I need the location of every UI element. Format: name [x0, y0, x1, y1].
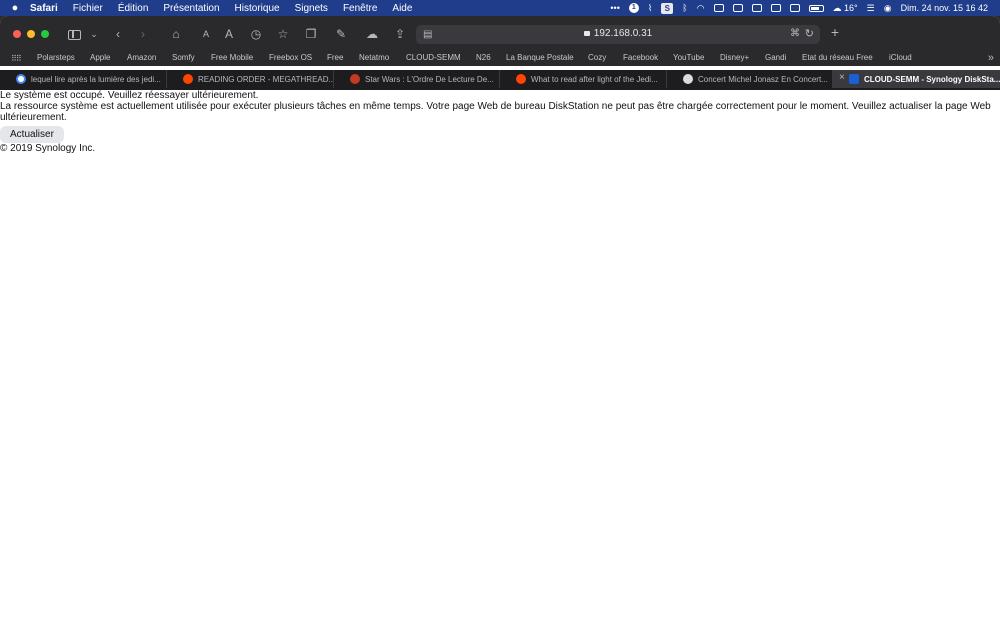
keyboard-icon[interactable] — [732, 4, 743, 12]
zoom-window-button[interactable] — [41, 30, 49, 38]
tab-star-wars-ordre[interactable]: Star Wars : L'Ordre De Lecture De... — [334, 70, 500, 88]
bluetooth-icon[interactable]: ᛒ — [682, 3, 687, 13]
bookmark-amazon[interactable]: Amazon — [127, 53, 156, 62]
refresh-button[interactable]: Actualiser — [0, 126, 64, 143]
bookmark-somfy[interactable]: Somfy — [172, 53, 195, 62]
bookmark-icloud[interactable]: iCloud — [889, 53, 912, 62]
tab-concert-jonasz[interactable]: Concert Michel Jonasz En Concert... — [667, 70, 833, 88]
page-content: Le système est occupé. Veuillez réessaye… — [0, 90, 1000, 154]
reddit-favicon-icon — [183, 74, 193, 84]
font-smaller-icon[interactable]: A — [198, 27, 214, 41]
toolbar: ⌄ ‹ › ⌂ A A ◷ ☆ ❐ ✎ ☁ ⇪ ▤ 192.168.0.31 ⌘… — [0, 16, 1000, 52]
bookmark-cloud-semm[interactable]: CLOUD-SEMM — [406, 53, 461, 62]
temperature: 16° — [844, 3, 858, 13]
bookmark-star-icon[interactable]: ☆ — [275, 27, 291, 41]
status-1-icon[interactable]: 1 — [628, 3, 639, 13]
notification-icon[interactable] — [751, 4, 762, 12]
minimize-window-button[interactable] — [27, 30, 35, 38]
more-dots-icon[interactable]: ••• — [610, 3, 619, 13]
control-center-icon[interactable]: ☰ — [867, 3, 875, 14]
bookmark-netatmo[interactable]: Netatmo — [359, 53, 389, 62]
home-icon[interactable]: ⌂ — [168, 27, 184, 41]
menu-edition[interactable]: Édition — [118, 3, 149, 14]
bookmark-etat-reseau-free[interactable]: Etat du réseau Free — [802, 53, 873, 62]
reload-icon[interactable]: ↻ — [805, 27, 814, 40]
bookmark-disney-plus[interactable]: Disney+ — [720, 53, 749, 62]
menu-fichier[interactable]: Fichier — [73, 3, 103, 14]
menu-aide[interactable]: Aide — [392, 3, 412, 14]
tab-synology-active[interactable]: × CLOUD-SEMM - Synology DiskSta... — [833, 70, 1000, 88]
bookmark-cozy[interactable]: Cozy — [588, 53, 606, 62]
cloud-icon[interactable]: ☁ — [364, 27, 380, 41]
tab-title: CLOUD-SEMM - Synology DiskSta... — [864, 74, 1000, 84]
new-tab-plus-icon[interactable]: + — [827, 25, 843, 39]
tab-reddit-reading-order[interactable]: READING ORDER - MEGATHREAD... — [167, 70, 334, 88]
menu-historique[interactable]: Historique — [235, 3, 280, 14]
tab-google-search[interactable]: lequel lire après la lumière des jedi... — [0, 70, 167, 88]
display-icon[interactable] — [789, 4, 800, 12]
tab-title: READING ORDER - MEGATHREAD... — [198, 74, 334, 84]
bookmark-free[interactable]: Free — [327, 53, 343, 62]
menu-bar: ● Safari Fichier Édition Présentation Hi… — [0, 0, 1000, 16]
bookmarks-bar: ⠿⠿ Polarsteps Apple Amazon Somfy Free Mo… — [0, 52, 1000, 66]
url-text: 192.168.0.31 — [593, 28, 653, 39]
font-larger-icon[interactable]: A — [221, 27, 237, 41]
bookmark-free-mobile[interactable]: Free Mobile — [211, 53, 253, 62]
history-icon[interactable]: ◷ — [248, 27, 264, 41]
close-window-button[interactable] — [13, 30, 21, 38]
back-icon[interactable]: ‹ — [110, 27, 126, 41]
chevron-down-icon[interactable]: ⌄ — [86, 27, 102, 41]
menu-fenetre[interactable]: Fenêtre — [343, 3, 377, 14]
busy-title: Le système est occupé. Veuillez réessaye… — [0, 90, 259, 101]
menu-signets[interactable]: Signets — [295, 3, 328, 14]
lock-icon — [583, 31, 590, 36]
paperclip-icon[interactable]: ⌇ — [648, 3, 652, 14]
bookmark-polarsteps[interactable]: Polarsteps — [37, 53, 75, 62]
address-bar[interactable]: ▤ 192.168.0.31 ⌘ ↻ — [416, 25, 820, 44]
copyright-text: © 2019 Synology Inc. — [0, 143, 96, 154]
translate-icon[interactable]: ⌘ — [790, 28, 800, 39]
forward-icon[interactable]: › — [135, 27, 151, 41]
tab-title: lequel lire après la lumière des jedi... — [31, 74, 161, 84]
concert-favicon-icon — [683, 74, 693, 84]
bookmark-youtube[interactable]: YouTube — [673, 53, 704, 62]
clipboard-icon[interactable] — [713, 4, 724, 12]
bookmark-apple[interactable]: Apple — [90, 53, 110, 62]
menu-app-safari[interactable]: Safari — [30, 3, 58, 14]
reddit-favicon-icon — [516, 74, 526, 84]
tab-reddit-light-of-jedi[interactable]: What to read after light of the Jedi... — [500, 70, 667, 88]
busy-message: La ressource système est actuellement ut… — [0, 101, 991, 123]
weather-icon[interactable]: ☁ 16° — [833, 3, 858, 14]
clock[interactable]: Dim. 24 nov. 15 16 42 — [901, 3, 988, 13]
menu-presentation[interactable]: Présentation — [163, 3, 219, 14]
bookmark-freebox-os[interactable]: Freebox OS — [269, 53, 312, 62]
tab-bar: lequel lire après la lumière des jedi...… — [0, 70, 1000, 92]
bookmark-facebook[interactable]: Facebook — [623, 53, 658, 62]
s-app-icon[interactable]: S — [661, 2, 674, 14]
bookmark-la-banque-postale[interactable]: La Banque Postale — [506, 53, 574, 62]
starwars-favicon-icon — [350, 74, 360, 84]
bookmarks-grid-icon[interactable]: ⠿⠿ — [11, 54, 22, 63]
wifi-icon[interactable]: ◠ — [697, 3, 705, 14]
tab-title: What to read after light of the Jedi... — [531, 74, 658, 84]
bookmark-gandi[interactable]: Gandi — [765, 53, 786, 62]
share-icon[interactable]: ⇪ — [392, 27, 408, 41]
edit-icon[interactable]: ✎ — [333, 27, 349, 41]
windows-icon[interactable] — [770, 4, 781, 12]
bookmark-n26[interactable]: N26 — [476, 53, 491, 62]
sidebar-toggle-icon[interactable] — [68, 30, 81, 40]
url-field[interactable]: 192.168.0.31 — [416, 28, 820, 39]
chevron-right-more-icon[interactable]: » — [988, 52, 994, 64]
close-tab-icon[interactable]: × — [839, 72, 845, 83]
battery-icon[interactable] — [808, 4, 824, 12]
tab-title: Concert Michel Jonasz En Concert... — [698, 74, 828, 84]
tab-title: Star Wars : L'Ordre De Lecture De... — [365, 74, 494, 84]
google-favicon-icon — [16, 74, 26, 84]
tab-overview-icon[interactable]: ❐ — [303, 27, 319, 41]
safari-window: ⌄ ‹ › ⌂ A A ◷ ☆ ❐ ✎ ☁ ⇪ ▤ 192.168.0.31 ⌘… — [0, 16, 1000, 625]
synology-favicon-icon — [849, 74, 859, 84]
apple-menu-icon[interactable]: ● — [0, 2, 30, 14]
user-avatar-icon[interactable]: ◉ — [884, 3, 892, 14]
